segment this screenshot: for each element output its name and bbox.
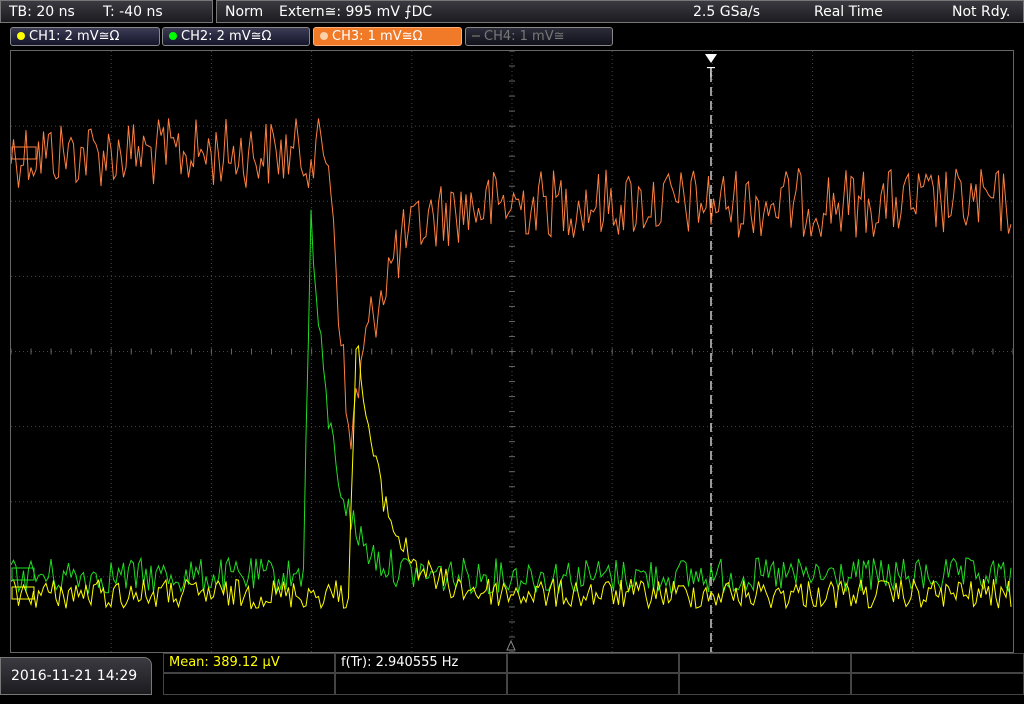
meas-cell-3[interactable] — [507, 653, 679, 673]
ch3-waveform — [11, 118, 1012, 450]
ch4-dash-icon — [472, 35, 480, 37]
acquisition-status: Not Rdy. — [952, 4, 1011, 20]
ch1-dot-icon — [17, 32, 25, 40]
top-status-bar: TB: 20 ns T: -40 ns Norm Extern≅: 995 mV… — [0, 0, 1024, 24]
trigger-source: Extern≅: 995 mV ⨍DC — [279, 4, 433, 20]
trigger-marker-label: T — [706, 66, 715, 81]
meas-cell-4[interactable] — [679, 653, 851, 673]
meas-cell-9[interactable] — [679, 673, 851, 695]
meas-cell-8[interactable] — [507, 673, 679, 695]
waveform-display[interactable]: T — [10, 50, 1014, 653]
tab-ch4[interactable]: CH4: 1 mV≅ — [465, 27, 613, 46]
bottom-bar: 2016-11-21 14:29 Mean: 389.12 µV f(Tr): … — [0, 653, 1024, 695]
waveform-svg: T — [11, 51, 1013, 652]
ch2-label: CH2: 2 mV≅Ω — [181, 29, 272, 44]
measurement-panel[interactable]: Mean: 389.12 µV f(Tr): 2.940555 Hz — [163, 653, 1024, 695]
ch1-waveform — [11, 344, 1012, 610]
timebase-label: TB: 20 ns — [9, 4, 75, 20]
date-time-box: 2016-11-21 14:29 — [0, 657, 152, 695]
trigger-arrow-icon[interactable] — [705, 54, 717, 63]
meas-cell-10[interactable] — [851, 673, 1024, 695]
channel-tabs: CH1: 2 mV≅Ω CH2: 2 mV≅Ω CH3: 1 mV≅Ω CH4:… — [0, 26, 1024, 48]
acquisition-mode: Real Time — [814, 4, 883, 20]
ch3-label: CH3: 1 mV≅Ω — [332, 29, 423, 44]
tab-ch3[interactable]: CH3: 1 mV≅Ω — [313, 27, 462, 46]
meas-cell-7[interactable] — [335, 673, 507, 695]
ch2-waveform — [11, 209, 1012, 595]
ch1-label: CH1: 2 mV≅Ω — [29, 29, 120, 44]
frequency-measurement: f(Tr): 2.940555 Hz — [341, 655, 459, 670]
tab-ch1[interactable]: CH1: 2 mV≅Ω — [10, 27, 160, 46]
sample-rate: 2.5 GSa/s — [693, 4, 761, 20]
ch2-dot-icon — [169, 32, 177, 40]
ch1-level-marker[interactable] — [11, 586, 35, 600]
grid — [11, 51, 1013, 652]
tab-ch2[interactable]: CH2: 2 mV≅Ω — [162, 27, 310, 46]
ch4-label: CH4: 1 mV≅ — [484, 29, 565, 44]
date-time: 2016-11-21 14:29 — [11, 668, 138, 684]
mean-measurement: Mean: 389.12 µV — [169, 655, 280, 670]
trigger-offset-label: T: -40 ns — [103, 4, 163, 20]
trigger-mode: Norm — [225, 4, 264, 20]
trigger-status-box[interactable]: Norm Extern≅: 995 mV ⨍DC 2.5 GSa/s Real … — [216, 0, 1024, 23]
center-marker-icon — [506, 639, 516, 651]
timebase-box[interactable]: TB: 20 ns T: -40 ns — [0, 0, 213, 23]
meas-cell-6[interactable] — [163, 673, 335, 695]
meas-cell-5[interactable] — [851, 653, 1024, 673]
ch3-dot-icon — [320, 32, 328, 40]
